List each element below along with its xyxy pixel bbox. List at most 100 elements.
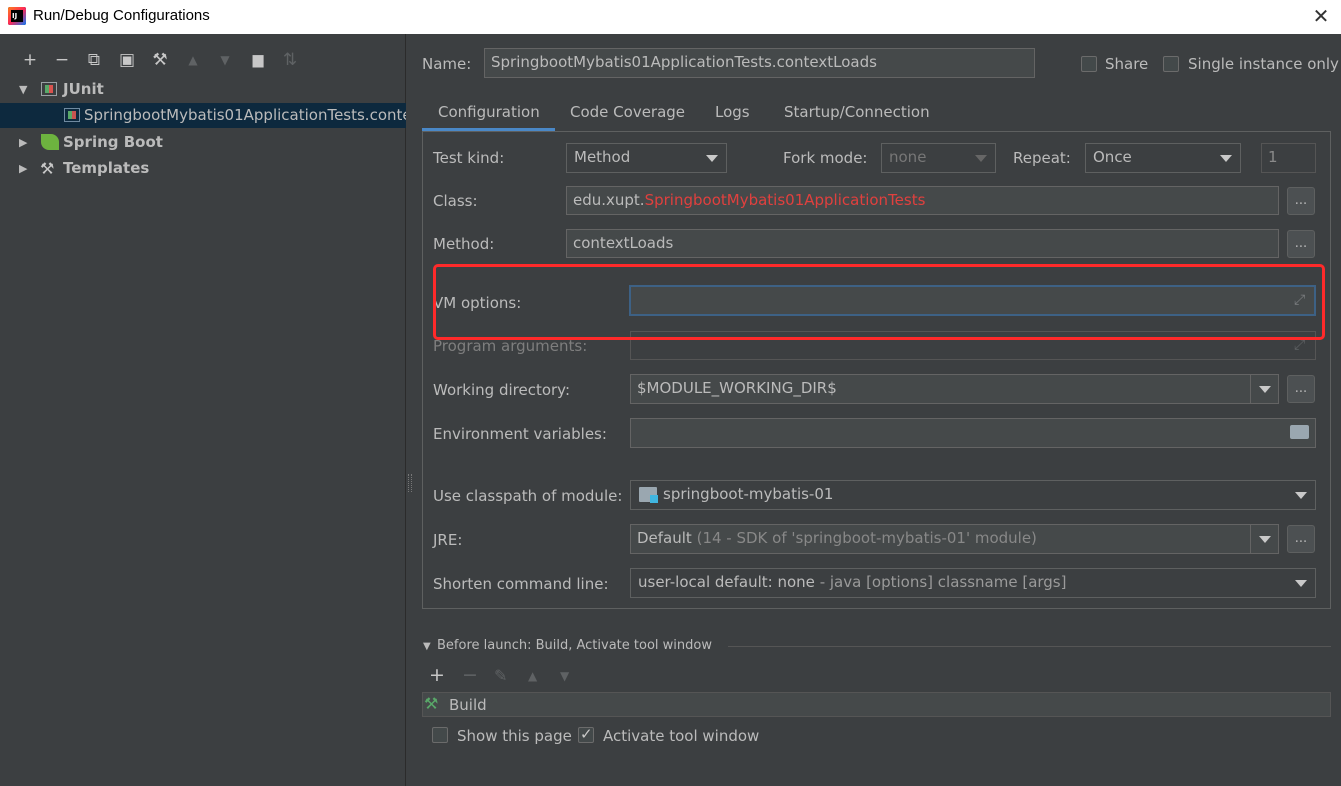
copy-icon[interactable]: ⧉ [83, 49, 105, 71]
name-input[interactable]: SpringbootMybatis01ApplicationTests.cont… [484, 48, 1035, 78]
junit-icon [41, 82, 57, 96]
tree-item-junit[interactable]: ▼ JUnit [0, 77, 406, 102]
working-directory-input[interactable]: $MODULE_WORKING_DIR$ [630, 374, 1279, 404]
chevron-down-icon [1220, 155, 1232, 162]
share-checkbox[interactable] [1081, 56, 1097, 72]
test-kind-label: Test kind: [433, 149, 505, 167]
show-page-label: Show this page [457, 727, 572, 745]
move-task-up-icon[interactable]: ▲ [528, 669, 537, 683]
classpath-value: springboot-mybatis-01 [663, 485, 834, 503]
single-instance-label: Single instance only [1188, 55, 1339, 73]
fork-mode-value: none [889, 148, 927, 166]
browse-method-button[interactable]: ... [1287, 230, 1315, 258]
collapsed-arrow-icon[interactable]: ▶ [19, 156, 27, 181]
tab-startup-connection[interactable]: Startup/Connection [784, 103, 930, 121]
activate-tool-window-checkbox[interactable] [578, 725, 594, 743]
close-button[interactable]: ✕ [1308, 5, 1334, 29]
collapsed-arrow-icon[interactable]: ▶ [19, 130, 27, 155]
environment-variables-label: Environment variables: [433, 425, 607, 443]
hammer-icon: ⚒ [424, 694, 439, 713]
chevron-down-icon [1295, 492, 1307, 499]
add-task-icon[interactable]: + [429, 664, 445, 686]
module-folder-icon [639, 487, 658, 503]
move-down-icon[interactable]: ▼ [214, 49, 236, 71]
tree-item-label: Templates [63, 159, 150, 177]
expanded-arrow-icon[interactable]: ▼ [19, 77, 27, 102]
tab-logs[interactable]: Logs [715, 103, 750, 121]
tree-item-templates[interactable]: ▶ ⚒ Templates [0, 156, 406, 181]
tree-item-spring-boot[interactable]: ▶ Spring Boot [0, 130, 406, 155]
highlight-box [433, 264, 1325, 340]
sort-icon[interactable]: ⇅ [279, 49, 301, 71]
title-bar: IJ Run/Debug Configurations ✕ [0, 0, 1341, 34]
separator [728, 646, 1331, 647]
class-package: edu.xupt. [573, 191, 645, 209]
test-config-icon [64, 108, 80, 122]
browse-jre-button[interactable]: ... [1287, 525, 1315, 553]
classpath-label: Use classpath of module: [433, 487, 623, 505]
remove-task-icon[interactable]: − [462, 664, 478, 686]
before-launch-header[interactable]: Before launch: Build, Activate tool wind… [437, 638, 712, 653]
build-task-label[interactable]: Build [449, 696, 487, 714]
single-instance-checkbox[interactable] [1163, 56, 1179, 72]
environment-variables-input[interactable] [630, 418, 1316, 448]
fork-mode-label: Fork mode: [783, 149, 868, 167]
share-label: Share [1105, 55, 1149, 73]
working-directory-dropdown[interactable] [1250, 375, 1279, 403]
splitter-handle[interactable] [408, 474, 412, 492]
jre-detail: (14 - SDK of 'springboot-mybatis-01' mod… [696, 529, 1037, 547]
remove-icon[interactable]: − [51, 49, 73, 71]
repeat-count-input[interactable]: 1 [1261, 143, 1316, 173]
new-folder-icon[interactable]: ▆ [247, 49, 269, 71]
repeat-dropdown[interactable]: Once [1085, 143, 1241, 173]
jre-dropdown[interactable] [1250, 525, 1279, 553]
repeat-label: Repeat: [1013, 149, 1071, 167]
jre-input[interactable]: Default (14 - SDK of 'springboot-mybatis… [630, 524, 1279, 554]
wrench-icon[interactable]: ⚒ [149, 49, 171, 71]
method-input[interactable]: contextLoads [566, 229, 1279, 258]
fork-mode-dropdown[interactable]: none [881, 143, 996, 173]
test-kind-value: Method [574, 148, 631, 166]
shorten-command-line-dropdown[interactable]: user-local default: none - java [options… [630, 568, 1316, 598]
chevron-down-icon [975, 155, 987, 162]
window-title: Run/Debug Configurations [33, 7, 210, 24]
activate-tool-window-label: Activate tool window [603, 727, 760, 745]
tree-item-junit-config[interactable]: SpringbootMybatis01ApplicationTests.cont… [0, 103, 406, 128]
intellij-logo-icon: IJ [8, 7, 26, 25]
class-input[interactable]: edu.xupt.SpringbootMybatis01ApplicationT… [566, 186, 1279, 215]
tree-item-label: SpringbootMybatis01ApplicationTests.cont… [84, 106, 406, 124]
classpath-dropdown[interactable]: springboot-mybatis-01 [630, 480, 1316, 510]
jre-label: JRE: [433, 531, 463, 549]
jre-value: Default [637, 529, 692, 547]
chevron-down-icon [1259, 536, 1271, 543]
wrench-icon: ⚒ [40, 159, 55, 178]
class-name: SpringbootMybatis01ApplicationTests [644, 191, 926, 209]
chevron-down-icon [706, 155, 718, 162]
class-label: Class: [433, 192, 478, 210]
tab-code-coverage[interactable]: Code Coverage [570, 103, 685, 121]
browse-working-directory-button[interactable]: ... [1287, 375, 1315, 403]
chevron-down-icon [1295, 580, 1307, 587]
test-kind-dropdown[interactable]: Method [566, 143, 727, 173]
move-up-icon[interactable]: ▲ [182, 49, 204, 71]
tab-configuration[interactable]: Configuration [438, 103, 540, 121]
tree-item-label: JUnit [63, 80, 104, 98]
task-list [422, 692, 1331, 717]
shorten-value: user-local default: none [638, 573, 815, 591]
repeat-value: Once [1093, 148, 1132, 166]
chevron-down-icon [1259, 386, 1271, 393]
save-icon[interactable]: ▣ [116, 49, 138, 71]
edit-task-icon[interactable]: ✎ [494, 666, 507, 685]
folder-icon[interactable] [1290, 425, 1309, 439]
collapse-arrow-icon[interactable]: ▼ [423, 641, 431, 652]
show-page-checkbox[interactable] [432, 727, 448, 743]
name-label: Name: [422, 55, 472, 73]
move-task-down-icon[interactable]: ▼ [560, 669, 569, 683]
spring-boot-icon [41, 134, 59, 150]
shorten-command-line-label: Shorten command line: [433, 575, 609, 593]
browse-class-button[interactable]: ... [1287, 187, 1315, 215]
tree-item-label: Spring Boot [63, 133, 163, 151]
shorten-detail: - java [options] classname [args] [819, 573, 1067, 591]
add-icon[interactable]: + [19, 49, 41, 71]
working-directory-label: Working directory: [433, 381, 571, 399]
